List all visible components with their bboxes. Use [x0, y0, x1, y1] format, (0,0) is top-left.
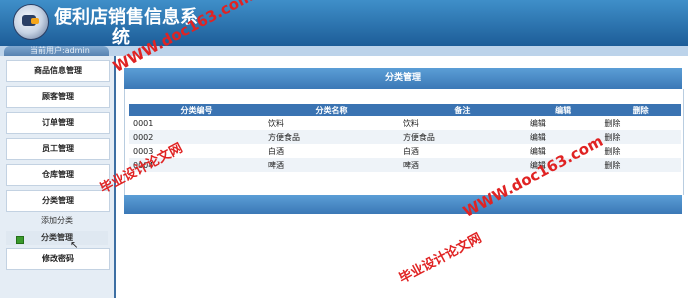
edit-link[interactable]: 编辑: [526, 116, 601, 130]
header-remark: 备注: [398, 104, 526, 116]
cell-id: 0001: [133, 118, 154, 128]
sidebar-item-orders[interactable]: 订单管理: [6, 112, 110, 134]
cell-name: 白酒: [267, 146, 284, 156]
header-category-name: 分类名称: [263, 104, 399, 116]
watermark-brand: 毕业设计论文网: [396, 230, 485, 287]
delete-link[interactable]: 删除: [600, 158, 681, 172]
cell-remark: 方便食品: [398, 130, 526, 144]
current-user-label: 当前用户:admin: [30, 46, 90, 55]
app-header: 便利店销售信息系 统: [0, 0, 688, 48]
delete-link[interactable]: 删除: [600, 144, 681, 158]
sidebar-item-customers[interactable]: 顾客管理: [6, 86, 110, 108]
header-category-id: 分类编号: [129, 104, 264, 116]
sidebar-item-employees[interactable]: 员工管理: [6, 138, 110, 160]
table-row: 0004 啤酒 啤酒 编辑 删除: [129, 158, 681, 172]
delete-link[interactable]: 删除: [600, 130, 681, 144]
cell-id: 0002: [129, 130, 264, 144]
cell-name: 方便食品: [263, 130, 399, 144]
table-row: 0001 饮料 饮料 编辑 删除: [129, 116, 681, 130]
cell-name: 啤酒: [263, 158, 399, 172]
header-edit: 编辑: [525, 104, 601, 116]
user-bar: 当前用户:admin: [4, 46, 109, 56]
panel-footer: [124, 195, 682, 214]
sidebar-item-product-info[interactable]: 商品信息管理: [6, 60, 110, 82]
mouse-cursor-icon: ↖: [70, 240, 79, 251]
sidebar-item-warehouse[interactable]: 仓库管理: [6, 164, 110, 186]
cell-remark: 饮料: [402, 118, 419, 128]
cell-remark: 啤酒: [398, 158, 526, 172]
cell-remark: 白酒: [402, 146, 419, 156]
active-arrow-icon: [16, 236, 24, 244]
sidebar-item-categories[interactable]: 分类管理: [6, 190, 110, 212]
logo-accent: [31, 18, 39, 24]
header-delete: 删除: [600, 104, 681, 116]
delete-link[interactable]: 删除: [600, 116, 681, 130]
table-header-row: 分类编号 分类名称 备注 编辑 删除: [129, 104, 681, 116]
sidebar-item-change-password[interactable]: 修改密码: [6, 248, 110, 270]
sidebar: 商品信息管理 顾客管理 订单管理 员工管理 仓库管理 分类管理 添加分类 分类管…: [0, 56, 116, 298]
panel-title: 分类管理: [124, 68, 682, 89]
cell-name: 饮料: [267, 118, 284, 128]
sidebar-subitem-add-category[interactable]: 添加分类: [6, 214, 108, 228]
app-logo: [13, 4, 49, 40]
